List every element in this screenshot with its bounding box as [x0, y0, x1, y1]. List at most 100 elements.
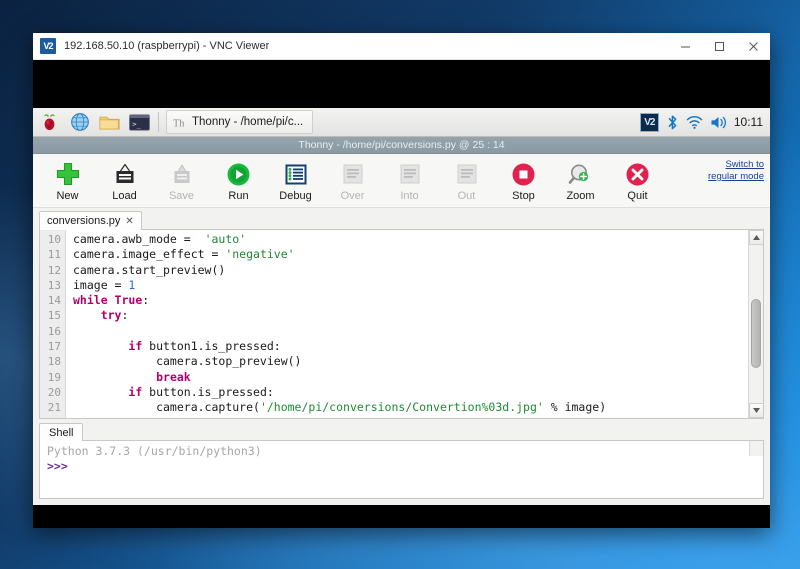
code-token: 'auto'	[204, 232, 247, 246]
shell-tab-label: Shell	[49, 426, 74, 439]
code-token: if	[128, 339, 150, 354]
line-number: 19	[47, 370, 61, 384]
shell-output[interactable]: Python 3.7.3 (/usr/bin/python3) >>>	[39, 441, 764, 499]
code-line[interactable]: break	[73, 370, 763, 385]
code-line[interactable]: camera.stop_preview()	[73, 354, 763, 369]
bluetooth-icon[interactable]	[666, 114, 679, 131]
thonny-toolbar: New Load Save Run Debug Over Into Out St…	[33, 154, 770, 208]
toolbar-button-run[interactable]: Run	[210, 158, 267, 202]
scroll-down-icon[interactable]	[748, 403, 763, 418]
line-number: 18	[47, 355, 61, 369]
system-tray: V2 10:11	[639, 112, 770, 132]
toolbar-label-into: Into	[400, 190, 419, 202]
minimize-icon[interactable]	[668, 33, 702, 60]
maximize-icon[interactable]	[702, 33, 736, 60]
toolbar-button-new[interactable]: New	[39, 158, 96, 202]
pi-taskbar: >_ Th Thonny - /home/pi/c... V2 10:11	[33, 108, 770, 137]
toolbar-button-stop[interactable]: Stop	[495, 158, 552, 202]
switch-to-regular-mode-link[interactable]: Switch to regular mode	[702, 159, 764, 183]
code-line[interactable]: try:	[73, 308, 763, 323]
toolbar-button-quit[interactable]: Quit	[609, 158, 666, 202]
magnifier-plus-icon	[568, 161, 593, 187]
code-line[interactable]: image = 1	[73, 278, 763, 293]
code-line[interactable]: camera.capture('/home/pi/conversions/Con…	[73, 400, 763, 415]
toolbar-button-over[interactable]: Over	[324, 158, 381, 202]
code-line[interactable]: camera.awb_mode = 'auto'	[73, 232, 763, 247]
editor-tab-conversions[interactable]: conversions.py ✕	[39, 211, 142, 230]
code-editor[interactable]: 10111213141516171819202122232425 camera.…	[39, 230, 764, 419]
code-line[interactable]: if button1.is_pressed:	[73, 339, 763, 354]
code-line[interactable]	[73, 324, 763, 339]
code-line[interactable]: camera.image_effect = 'negative'	[73, 247, 763, 262]
toolbar-label-over: Over	[340, 190, 365, 202]
vnc-titlebar[interactable]: V2 192.168.50.10 (raspberrypi) - VNC Vie…	[33, 33, 770, 60]
taskbar-item-thonny[interactable]: Th Thonny - /home/pi/c...	[166, 110, 314, 134]
shell-prompt: >>>	[47, 459, 68, 473]
vnc-remote-surface[interactable]: >_ Th Thonny - /home/pi/c... V2 10:11 Th…	[33, 60, 770, 528]
code-token: image =	[73, 277, 129, 292]
line-number: 14	[47, 294, 61, 308]
toolbar-button-save[interactable]: Save	[153, 158, 210, 202]
line-number: 17	[47, 340, 61, 354]
vnc-viewer-window: V2 192.168.50.10 (raspberrypi) - VNC Vie…	[33, 33, 770, 528]
save-disk-icon	[170, 161, 194, 187]
toolbar-label-zoom: Zoom	[566, 190, 595, 202]
vnc-window-title: 192.168.50.10 (raspberrypi) - VNC Viewer	[64, 40, 270, 52]
web-browser-icon[interactable]	[66, 110, 93, 135]
code-token: camera.start_preview()	[73, 262, 226, 277]
toolbar-label-stop: Stop	[512, 190, 535, 202]
thonny-titlebar[interactable]: Thonny - /home/pi/conversions.py @ 25 : …	[33, 137, 770, 154]
code-token: 1	[128, 277, 136, 292]
vnc-server-tray-icon[interactable]: V2	[639, 112, 659, 132]
wifi-icon[interactable]	[686, 115, 703, 130]
code-line[interactable]: image += 1	[73, 416, 763, 418]
raspberry-menu-icon[interactable]	[36, 110, 63, 135]
editor-vertical-scrollbar[interactable]	[748, 230, 763, 418]
scrollbar-track[interactable]	[749, 245, 764, 403]
scrollbar-thumb[interactable]	[750, 298, 761, 369]
toolbar-label-new: New	[56, 190, 79, 202]
raspberry-pi-desktop: >_ Th Thonny - /home/pi/c... V2 10:11 Th…	[33, 108, 770, 505]
close-icon[interactable]	[736, 33, 770, 60]
toolbar-label-save: Save	[168, 190, 195, 202]
thonny-window-title: Thonny - /home/pi/conversions.py @ 25 : …	[298, 139, 505, 151]
code-text[interactable]: camera.awb_mode = 'auto' camera.image_eff…	[66, 230, 763, 418]
step-into-icon	[399, 161, 421, 187]
taskbar-separator	[158, 112, 159, 132]
file-manager-icon[interactable]	[96, 110, 123, 135]
line-number: 20	[47, 385, 61, 399]
toolbar-label-debug: Debug	[279, 190, 312, 202]
scroll-up-icon[interactable]	[748, 230, 763, 245]
code-token: try	[100, 308, 122, 323]
editor-tabstrip: conversions.py ✕	[39, 208, 764, 230]
code-line[interactable]: while True:	[73, 293, 763, 308]
line-number: 16	[47, 324, 61, 338]
clock[interactable]: 10:11	[734, 115, 763, 129]
toolbar-button-out[interactable]: Out	[438, 158, 495, 202]
window-controls	[668, 33, 770, 60]
shell-tab[interactable]: Shell	[39, 423, 84, 441]
close-circle-icon	[625, 161, 650, 187]
stop-icon	[511, 161, 536, 187]
code-token: while	[73, 293, 115, 308]
toolbar-button-zoom[interactable]: Zoom	[552, 158, 609, 202]
code-token: camera.awb_mode =	[73, 232, 205, 246]
taskbar-item-label: Thonny - /home/pi/c...	[192, 116, 304, 128]
terminal-icon[interactable]: >_	[126, 110, 153, 135]
code-line[interactable]: camera.start_preview()	[73, 263, 763, 278]
code-token: if	[128, 384, 150, 399]
shell-tabstrip: Shell	[39, 422, 764, 441]
code-line[interactable]: if button.is_pressed:	[73, 385, 763, 400]
editor-tab-label: conversions.py	[47, 215, 121, 227]
code-token: 1	[218, 416, 225, 418]
shell-vertical-scrollbar[interactable]	[749, 441, 763, 456]
volume-icon[interactable]	[710, 115, 727, 130]
toolbar-button-load[interactable]: Load	[96, 158, 153, 202]
close-tab-icon[interactable]: ✕	[125, 216, 133, 227]
vnc-logo-icon: V2	[40, 38, 56, 54]
toolbar-button-into[interactable]: Into	[381, 158, 438, 202]
toolbar-button-debug[interactable]: Debug	[267, 158, 324, 202]
code-token: button1.is_pressed:	[149, 339, 281, 354]
